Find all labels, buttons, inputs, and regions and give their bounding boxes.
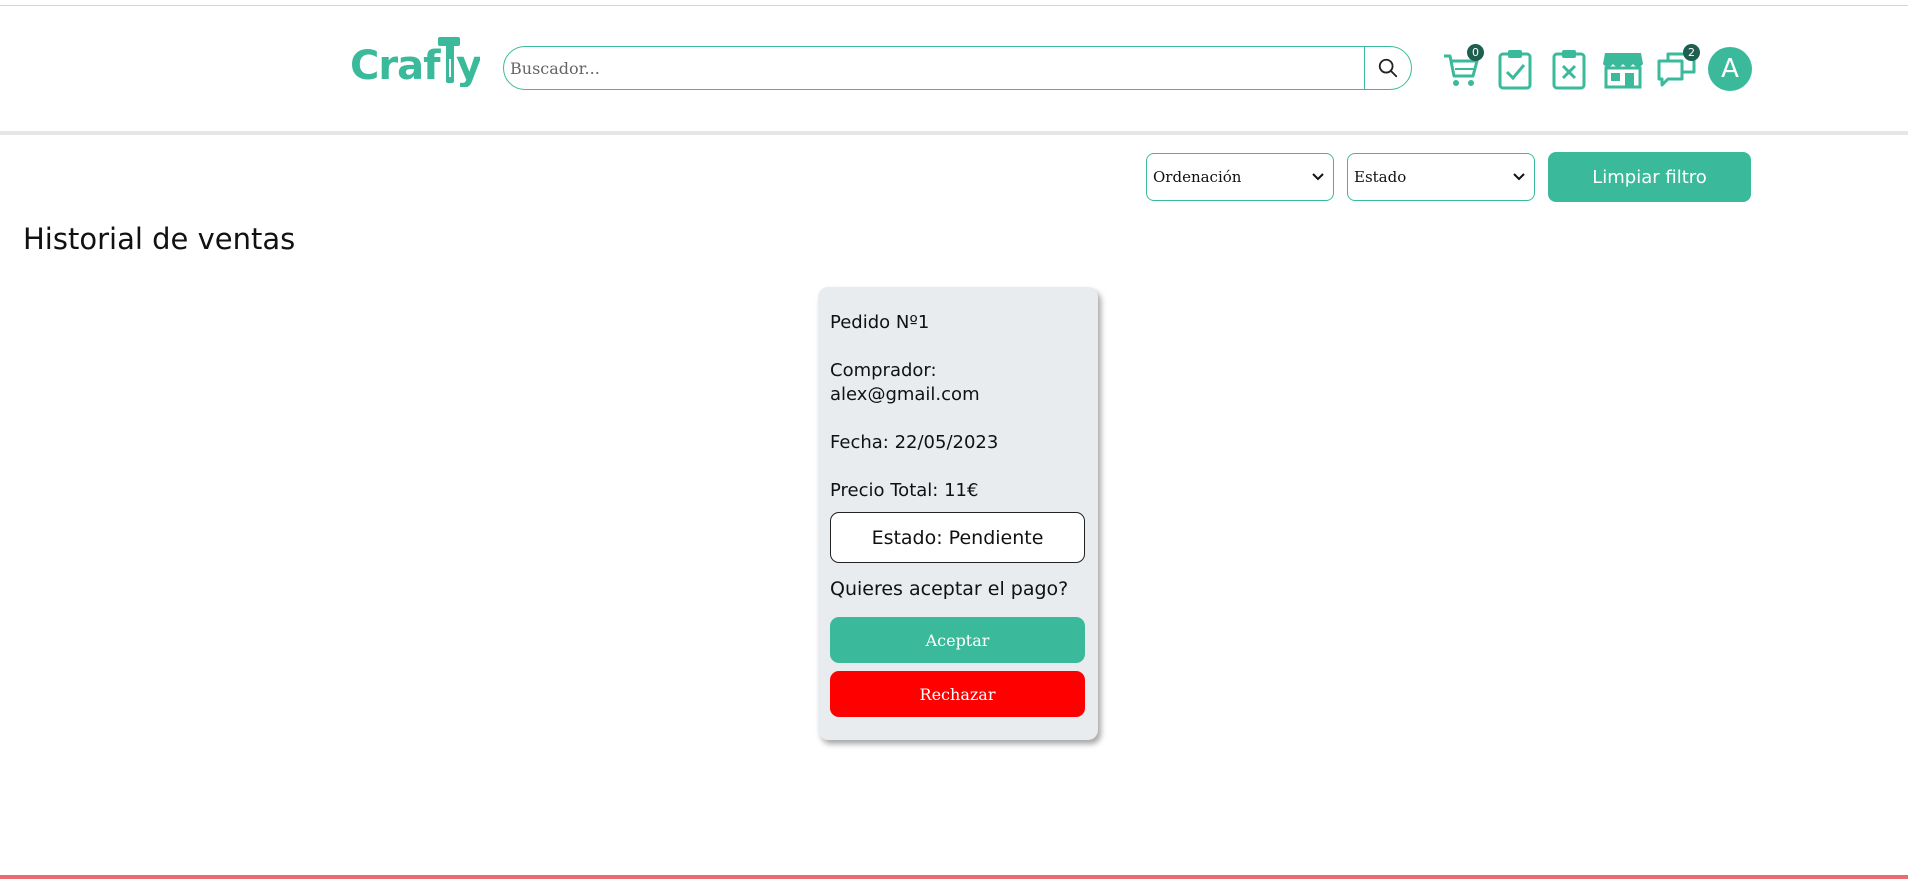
sort-select-value: Ordenación (1153, 168, 1242, 186)
buyer-email: alex@gmail.com (830, 384, 980, 405)
logo-text: Craf y (350, 31, 483, 98)
clipboard-x-icon (1552, 50, 1586, 90)
clear-filter-button[interactable]: Limpiar filtro (1548, 152, 1751, 202)
store-icon (1603, 53, 1643, 89)
navbar: Craf y 0 (0, 6, 1908, 135)
buyer-label: Comprador: (830, 360, 937, 381)
order-date: Fecha: 22/05/2023 (830, 432, 999, 453)
crafty-logo-icon: Craf y (350, 37, 483, 89)
status-select-value: Estado (1354, 168, 1407, 186)
messages-button[interactable]: 2 (1656, 44, 1700, 91)
cart-button[interactable]: 0 (1440, 44, 1484, 91)
chevron-down-icon (1312, 173, 1324, 181)
bottom-border (0, 875, 1908, 879)
filters-bar: Ordenación Estado Limpiar filtro (1146, 152, 1751, 202)
svg-text:Craf: Craf (350, 43, 441, 87)
rejected-orders-button[interactable] (1548, 47, 1590, 91)
accept-button[interactable]: Aceptar (830, 617, 1085, 663)
status-badge: Estado: Pendiente (830, 512, 1085, 563)
status-select[interactable]: Estado (1347, 153, 1535, 201)
messages-badge: 2 (1683, 44, 1700, 61)
search-bar (503, 46, 1412, 90)
payment-question: Quieres aceptar el pago? (830, 578, 1069, 600)
store-button[interactable] (1602, 47, 1644, 91)
clipboard-check-icon (1498, 50, 1532, 90)
logo[interactable]: Craf y (350, 37, 483, 98)
reject-button[interactable]: Rechazar (830, 671, 1085, 717)
svg-text:y: y (456, 43, 480, 87)
page-title: Historial de ventas (23, 222, 296, 256)
search-input[interactable] (504, 47, 1364, 89)
accepted-orders-button[interactable] (1494, 47, 1536, 91)
avatar[interactable]: A (1708, 47, 1752, 91)
order-title: Pedido Nº1 (830, 312, 930, 333)
header-icons: 0 2 A (1440, 44, 1752, 94)
cart-badge: 0 (1467, 44, 1484, 61)
order-total: Precio Total: 11€ (830, 480, 979, 501)
order-card: Pedido Nº1 Comprador: alex@gmail.com Fec… (818, 287, 1098, 740)
chevron-down-icon (1513, 173, 1525, 181)
search-button[interactable] (1364, 47, 1411, 89)
sort-select[interactable]: Ordenación (1146, 153, 1334, 201)
search-icon (1378, 58, 1398, 78)
